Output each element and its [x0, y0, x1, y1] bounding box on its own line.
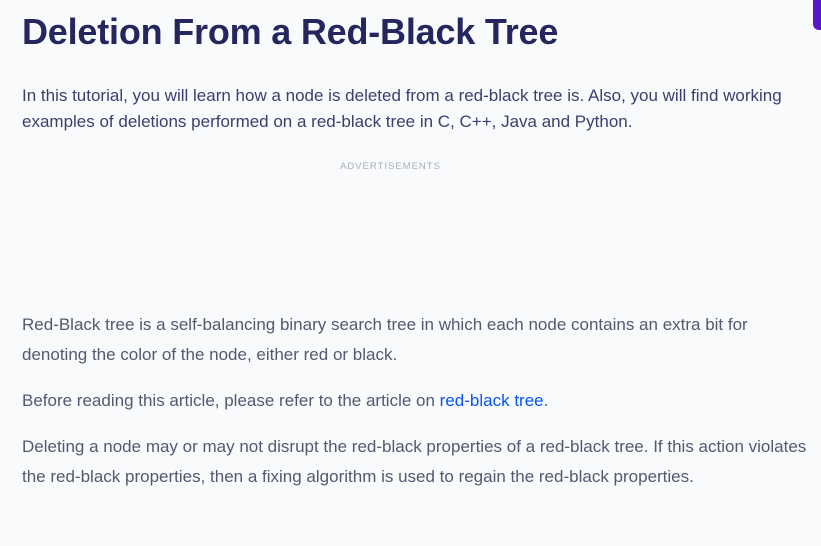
paragraph-prerequisite-text: Before reading this article, please refe…: [22, 391, 440, 410]
paragraph-prerequisite-end: .: [543, 391, 549, 410]
paragraph-definition: Red-Black tree is a self-balancing binar…: [22, 315, 748, 364]
advertisements-label: ADVERTISEMENTS: [340, 161, 441, 172]
paragraph-prerequisite: Before reading this article, please refe…: [22, 386, 812, 416]
advertisement-slot: [22, 176, 812, 296]
paragraph-deletion-overview: Deleting a node may or may not disrupt t…: [22, 437, 807, 486]
red-black-tree-link[interactable]: red-black tree: [440, 391, 544, 410]
page-title: Deletion From a Red-Black Tree: [22, 11, 559, 52]
intro-paragraph: In this tutorial, you will learn how a n…: [22, 86, 782, 131]
corner-accent: [813, 0, 821, 30]
